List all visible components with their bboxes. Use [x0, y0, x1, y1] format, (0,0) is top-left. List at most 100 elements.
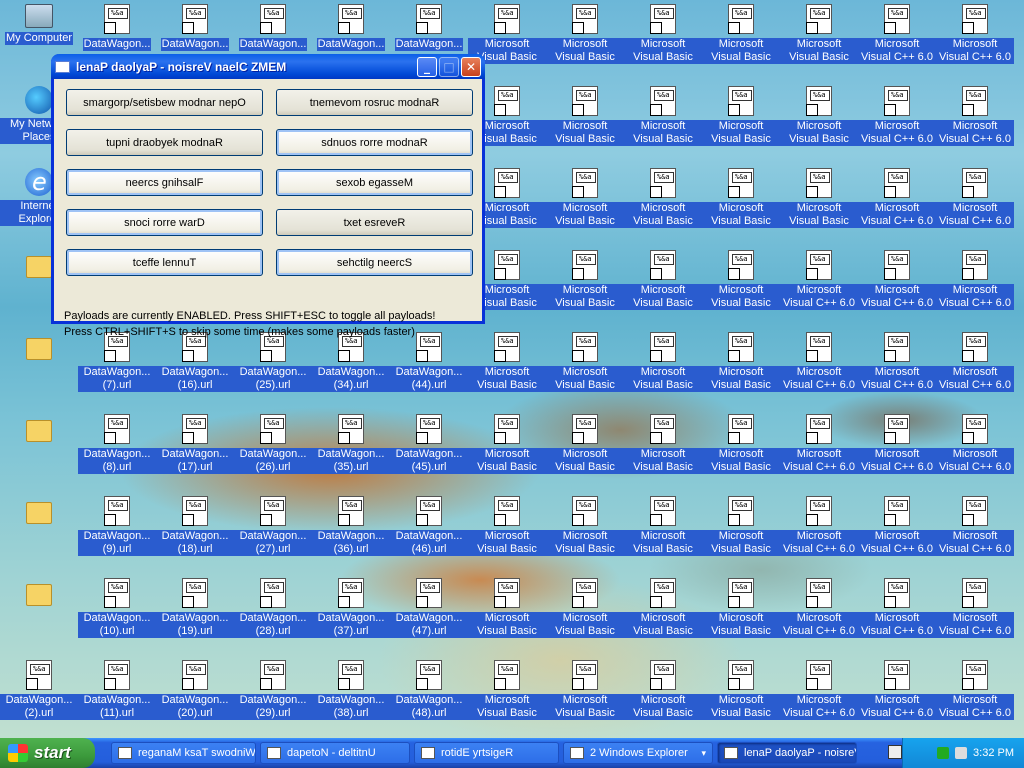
- desktop-icon[interactable]: %&a↗ Microsoft Visual C++ 6.0 (4): [780, 410, 858, 490]
- desktop-icon[interactable]: %&a↗ Microsoft Visual C++ 6.0 (28): [936, 492, 1014, 572]
- payload-toggle-button[interactable]: sexob egasseM: [276, 169, 473, 196]
- desktop-icon[interactable]: %&a ↗ DataWagon...(25).url: [234, 328, 312, 408]
- desktop-icon[interactable]: %&a↗ Microsoft Visual Basic 6.0 (39): [702, 656, 780, 736]
- payload-toggle-button[interactable]: snoci rorre warD: [66, 209, 263, 236]
- desktop-icon[interactable]: %&a↗ Microsoft Visual Basic 6.0 (9): [468, 574, 546, 654]
- desktop-icon[interactable]: %&a↗ Microsoft Visual Basic 6.0 (16): [546, 410, 624, 490]
- desktop-icon[interactable]: %&a↗ Microsoft Visual C++ 6.0 (30): [936, 574, 1014, 654]
- desktop-icon[interactable]: %&a ↗ DataWagon...(36).url: [312, 492, 390, 572]
- desktop-icon[interactable]: %&a ↗ DataWagon...(27).url: [234, 492, 312, 572]
- desktop-icon[interactable]: %&a ↗ DataWagon...(17).url: [156, 410, 234, 490]
- payload-toggle-button[interactable]: tnemevom rosruc modnaR: [276, 89, 473, 116]
- desktop-icon[interactable]: %&a ↗ DataWagon...(26).url: [234, 410, 312, 490]
- desktop-icon[interactable]: %&a↗ Microsoft Visual Basic 6.0 (29): [702, 0, 780, 80]
- desktop-icon[interactable]: %&a↗ Microsoft Visual C++ 6.0 (9): [858, 82, 936, 162]
- desktop-icon[interactable]: %&a↗ Microsoft Visual C++ 6.0 (22): [936, 82, 1014, 162]
- desktop-icon[interactable]: %&a↗ Microsoft Visual C++ 6.0 (27): [936, 410, 1014, 490]
- taskbar-button[interactable]: 2 Windows Explorer ▾: [563, 742, 713, 764]
- desktop-icon[interactable]: %&a ↗ DataWagon...(28).url: [234, 574, 312, 654]
- start-button[interactable]: start: [0, 738, 95, 768]
- payload-toggle-button[interactable]: smargorp/setisbew modnar nepO: [66, 89, 263, 116]
- desktop-icon[interactable]: [0, 328, 78, 408]
- desktop-icon[interactable]: %&a↗ Microsoft Visual C++ 6.0 (3): [780, 328, 858, 408]
- desktop-icon[interactable]: %&a ↗ DataWagon...(35).url: [312, 410, 390, 490]
- desktop-icon[interactable]: %&a ↗ DataWagon...(7).url: [78, 328, 156, 408]
- payload-toggle-button[interactable]: neercs gnihsalF: [66, 169, 263, 196]
- desktop-icon[interactable]: %&a ↗ DataWagon...(10).url: [78, 574, 156, 654]
- desktop-icon[interactable]: %&a↗ Microsoft Visual Basic 6.0 (10): [468, 656, 546, 736]
- language-bar-icon[interactable]: [888, 745, 902, 759]
- desktop-icon[interactable]: %&a↗ Microsoft Visual Basic 6.0 (11): [546, 0, 624, 80]
- close-button[interactable]: ✕: [461, 56, 481, 77]
- desktop-icon[interactable]: %&a↗ Microsoft Visual Basic 6.0 (22): [624, 164, 702, 244]
- desktop-icon[interactable]: %&a↗ Microsoft Visual C++ 6.0 (26): [936, 328, 1014, 408]
- desktop-icon[interactable]: %&a↗ Microsoft Visual Basic 6.0 (41): [780, 82, 858, 162]
- payload-toggle-button[interactable]: sehctilg neercS: [276, 249, 473, 276]
- desktop-icon[interactable]: %&a↗ Microsoft Visual Basic 6.0 (15): [546, 328, 624, 408]
- minimize-button[interactable]: _: [417, 56, 437, 77]
- desktop-icon[interactable]: %&a ↗ DataWagon...(9).url: [78, 492, 156, 572]
- clock[interactable]: 3:32 PM: [973, 747, 1014, 759]
- desktop-icon[interactable]: %&a ↗ DataWagon...(34).url: [312, 328, 390, 408]
- payload-toggle-button[interactable]: sdnuos rorre modnaR: [276, 129, 473, 156]
- desktop-icon[interactable]: %&a↗ Microsoft Visual Basic 6.0 (35): [702, 410, 780, 490]
- desktop-icon[interactable]: [0, 410, 78, 490]
- desktop-icon[interactable]: %&a↗ Microsoft Visual Basic 6.0 (26): [624, 492, 702, 572]
- desktop-icon[interactable]: %&a↗ Microsoft Visual Basic 6.0 (23): [624, 246, 702, 326]
- desktop-icon[interactable]: %&a↗ Microsoft Visual Basic 6.0 (31): [702, 164, 780, 244]
- desktop-icon[interactable]: %&a ↗ DataWagon...(45).url: [390, 410, 468, 490]
- desktop-icon[interactable]: %&a↗ Microsoft Visual Basic 6.0 (28): [624, 656, 702, 736]
- desktop-icon[interactable]: %&a ↗ DataWagon...(16).url: [156, 328, 234, 408]
- desktop-icon[interactable]: %&a ↗ DataWagon...(20).url: [156, 656, 234, 736]
- desktop-icon[interactable]: %&a↗ Microsoft Visual C++ 6.0 (19): [858, 574, 936, 654]
- desktop-icon[interactable]: %&a↗ Microsoft Visual Basic 6.0 (36): [702, 492, 780, 572]
- desktop-icon[interactable]: %&a ↗ DataWagon...(37).url: [312, 574, 390, 654]
- desktop-icon[interactable]: %&a↗ Microsoft Visual Basic 6.0 (30): [702, 82, 780, 162]
- desktop-icon[interactable]: %&a↗ Microsoft Visual C++ 6.0 (18): [858, 492, 936, 572]
- desktop-icon[interactable]: [0, 574, 78, 654]
- desktop-icon[interactable]: %&a↗ Microsoft Visual C++ 6.0 (24): [936, 164, 1014, 244]
- desktop-icon[interactable]: %&a ↗ DataWagon...(11).url: [78, 656, 156, 736]
- desktop-icon[interactable]: %&a↗ Microsoft Visual Basic 6.0 (40): [780, 0, 858, 80]
- payload-toggle-button[interactable]: tupni draobyek modnaR: [66, 129, 263, 156]
- desktop-icon[interactable]: %&a↗ Microsoft Visual Basic 6.0 (18): [546, 574, 624, 654]
- desktop-icon[interactable]: %&a↗ Microsoft Visual C++ 6.0 (5): [780, 492, 858, 572]
- desktop-icon[interactable]: %&a ↗ DataWagon...(18).url: [156, 492, 234, 572]
- taskbar-button[interactable]: rotidE yrtsigeR: [414, 742, 559, 764]
- desktop-icon[interactable]: %&a↗ Microsoft Visual Basic 6.0 (17): [546, 492, 624, 572]
- desktop-icon[interactable]: %&a ↗ DataWagon...(8).url: [78, 410, 156, 490]
- desktop-icon[interactable]: %&a↗ Microsoft Visual C++ 6.0 (31): [936, 656, 1014, 736]
- window-title-bar[interactable]: lenaP daolyaP - noisreV naelC ZMEM _ □ ✕: [51, 54, 485, 79]
- desktop-icon[interactable]: %&a↗ Microsoft Visual C++ 6.0 (13): [858, 410, 936, 490]
- desktop-icon[interactable]: %&a ↗ DataWagon...(44).url: [390, 328, 468, 408]
- desktop-icon[interactable]: %&a↗ Microsoft Visual Basic 6.0 (32): [702, 246, 780, 326]
- desktop-icon[interactable]: %&a ↗ DataWagon...(38).url: [312, 656, 390, 736]
- taskbar-button[interactable]: lenaP daolyaP - noisreV naelC ZMEM: [717, 742, 857, 764]
- desktop-icon[interactable]: %&a↗ Microsoft Visual Basic 6.0 (14): [546, 246, 624, 326]
- desktop-icon[interactable]: %&a↗ Microsoft Visual C++ 6.0 (2): [780, 246, 858, 326]
- desktop-icon[interactable]: %&a ↗ DataWagon...(29).url: [234, 656, 312, 736]
- desktop-icon[interactable]: %&a ↗ DataWagon...(47).url: [390, 574, 468, 654]
- desktop-icon[interactable]: %&a↗ Microsoft Visual Basic 6.0 (19): [546, 656, 624, 736]
- tray-app-icon[interactable]: [937, 747, 950, 759]
- desktop-icon[interactable]: %&a↗ Microsoft Visual C++ 6.0 (6): [780, 574, 858, 654]
- desktop-icon[interactable]: %&a↗ Microsoft Visual Basic 6.0 (34): [702, 328, 780, 408]
- desktop-icon[interactable]: %&a↗ Microsoft Visual C++ 6.0 (20): [858, 656, 936, 736]
- desktop-icon[interactable]: %&a↗ Microsoft Visual Basic 6.0 (25): [624, 410, 702, 490]
- desktop-icon[interactable]: [0, 492, 78, 572]
- taskbar-button[interactable]: dapetoN - deltitnU: [260, 742, 410, 764]
- desktop-icon[interactable]: %&a↗ Microsoft Visual Basic 6.0 (24): [624, 328, 702, 408]
- desktop-icon[interactable]: %&a↗ Microsoft Visual C++ 6.0 (11): [858, 246, 936, 326]
- desktop-icon[interactable]: %&a↗ Microsoft Visual Basic 6.0 (8): [468, 492, 546, 572]
- taskbar-button[interactable]: reganaM ksaT swodniW: [111, 742, 256, 764]
- speaker-icon[interactable]: [955, 747, 968, 759]
- payload-toggle-button[interactable]: tceffe lennuT: [66, 249, 263, 276]
- desktop-icon[interactable]: %&a↗ Microsoft Visual Basic 6.0 (37): [702, 574, 780, 654]
- desktop-icon[interactable]: %&a ↗ DataWagon...(48).url: [390, 656, 468, 736]
- desktop-icon[interactable]: %&a↗ Microsoft Visual Basic 6.0 (13): [546, 164, 624, 244]
- desktop-icon[interactable]: %&a↗ Microsoft Visual C++ 6.0 (8): [858, 0, 936, 80]
- desktop-icon[interactable]: %&a↗ Microsoft Visual C++ 6.0 (12): [858, 328, 936, 408]
- desktop-icon[interactable]: %&a ↗ DataWagon...(46).url: [390, 492, 468, 572]
- desktop-icon[interactable]: %&a↗ Microsoft Visual Basic 6.0 (20): [624, 0, 702, 80]
- desktop-icon[interactable]: %&a ↗ DataWagon...(2).url: [0, 656, 78, 736]
